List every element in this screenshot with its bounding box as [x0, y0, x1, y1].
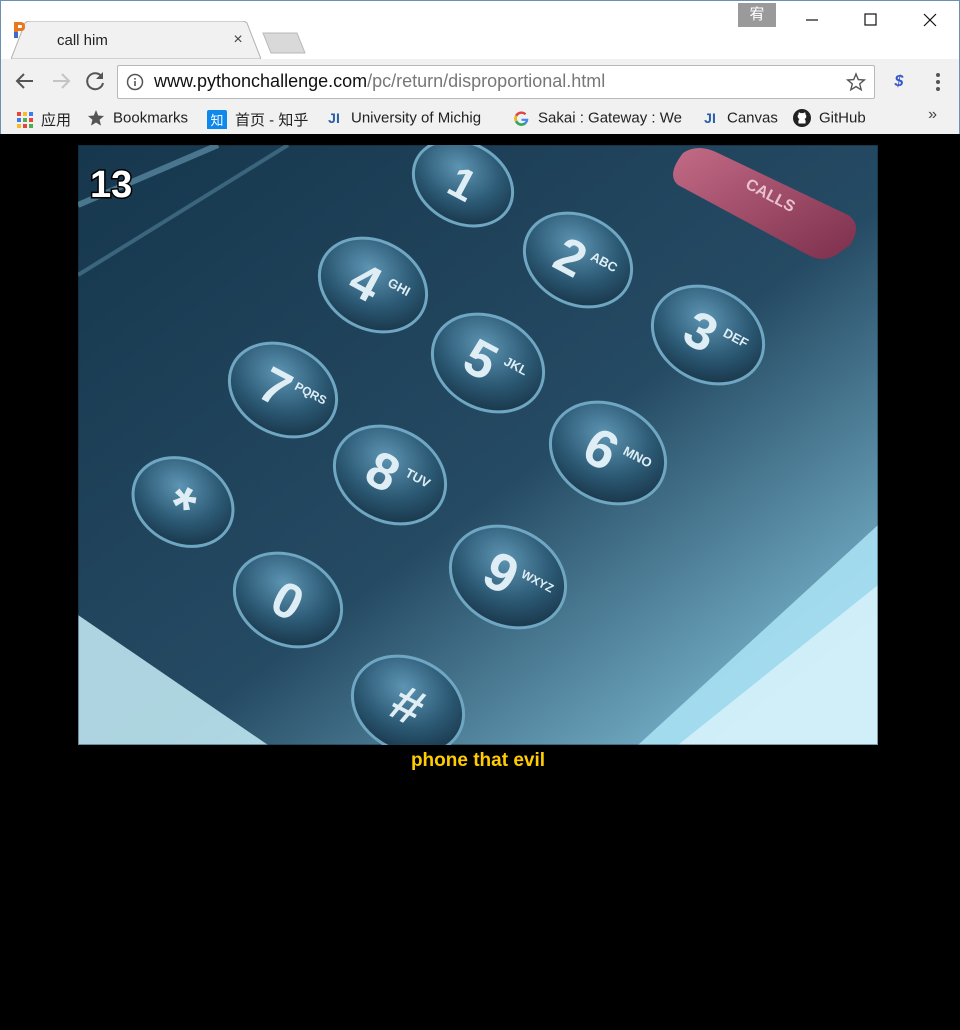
tab-close-button[interactable]: × [229, 31, 247, 49]
bookmark-canvas[interactable]: JI Canvas [701, 109, 778, 129]
bookmark-label: 首页 - 知乎 [235, 112, 309, 129]
bookmark-label: 应用 [41, 112, 72, 129]
url-path: /pc/return/disproportional.html [367, 71, 606, 91]
svg-text:JI: JI [704, 110, 716, 126]
bookmark-bookmarks[interactable]: Bookmarks [87, 109, 188, 129]
toolbar: www.pythonchallenge.com/pc/return/dispro… [1, 59, 959, 103]
browser-window: call him × 宥 www.pythonchallenge.com/pc/… [0, 0, 960, 135]
phone-keypad-image[interactable]: CALLS 1 2 ABC 3 DEF 4 GHI 5 JKL 6 MNO 7 … [78, 145, 878, 745]
url-host: www.pythonchallenge.com [154, 71, 368, 91]
tab-shape [11, 21, 261, 59]
phone-keypad-picture: CALLS 1 2 ABC 3 DEF 4 GHI 5 JKL 6 MNO 7 … [78, 145, 878, 745]
menu-icon[interactable] [929, 71, 947, 93]
address-bar[interactable]: www.pythonchallenge.com/pc/return/dispro… [117, 65, 875, 99]
new-tab-button[interactable] [261, 31, 307, 55]
svg-text:JI: JI [328, 110, 340, 126]
reload-button[interactable] [81, 67, 109, 95]
bookmarks-overflow-button[interactable]: » [928, 106, 937, 124]
bookmark-zhihu[interactable]: 知 首页 - 知乎 [207, 109, 308, 129]
pythonchallenge-favicon-icon [14, 22, 25, 38]
bookmarks-bar: 应用 Bookmarks 知 首页 - 知乎 JI University of … [1, 103, 959, 135]
bookmark-apps[interactable]: 应用 [17, 109, 71, 129]
url-text[interactable]: www.pythonchallenge.com/pc/return/dispro… [154, 71, 605, 92]
bookmark-github[interactable]: GitHub [793, 109, 866, 129]
star-icon [88, 110, 104, 126]
minimize-button[interactable] [789, 5, 835, 35]
ji-icon: JI [328, 110, 340, 126]
extension-icon[interactable]: $ [889, 73, 909, 93]
bookmark-label: GitHub [819, 109, 866, 127]
bookmark-star-icon[interactable] [846, 72, 866, 92]
back-button[interactable] [11, 67, 39, 95]
bookmark-label: University of Michig [351, 109, 482, 127]
tab-active[interactable]: call him × [11, 21, 261, 59]
bookmark-umich[interactable]: JI University of Michig [325, 109, 495, 129]
tab-title: call him [57, 32, 108, 49]
svg-text:知: 知 [210, 113, 223, 129]
ime-indicator: 宥 [738, 3, 776, 27]
page-caption: phone that evil [410, 750, 546, 771]
forward-button[interactable] [47, 67, 75, 95]
ji-icon: JI [704, 110, 716, 126]
zhihu-icon: 知 [207, 109, 227, 129]
page-content: CALLS 1 2 ABC 3 DEF 4 GHI 5 JKL 6 MNO 7 … [0, 134, 960, 1030]
bookmark-sakai[interactable]: Sakai : Gateway : We [513, 109, 685, 129]
google-icon [514, 111, 529, 126]
bookmark-label: Bookmarks [113, 109, 189, 127]
apps-grid-icon [17, 111, 33, 128]
info-icon[interactable] [126, 73, 144, 91]
maximize-button[interactable] [847, 5, 893, 35]
bookmark-label: Sakai : Gateway : We [538, 109, 682, 127]
close-window-button[interactable] [907, 5, 953, 35]
level-number-badge: 13 [90, 164, 132, 206]
bookmark-label: Canvas [727, 109, 778, 127]
github-icon [793, 109, 811, 128]
title-bar: call him × 宥 [1, 1, 959, 59]
